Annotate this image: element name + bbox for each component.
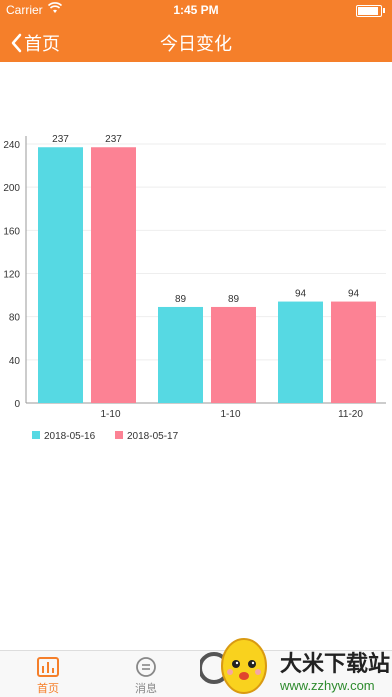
- legend-swatch: [115, 431, 123, 439]
- battery-tip: [383, 8, 385, 13]
- tab-messages[interactable]: 消息: [116, 657, 176, 696]
- bar: [91, 147, 136, 403]
- watermark-url: www.zzhyw.com: [280, 678, 375, 693]
- bar: [158, 306, 203, 403]
- y-tick-label: 40: [9, 356, 21, 367]
- legend-label: 2018-05-17: [127, 431, 179, 442]
- bar: [38, 147, 83, 403]
- status-bar: Carrier 1:45 PM: [0, 0, 392, 20]
- y-tick-label: 240: [3, 140, 20, 151]
- mascot-logo: [200, 638, 267, 694]
- watermark: 大米下载站 www.zzhyw.com: [200, 638, 392, 696]
- status-time: 1:45 PM: [173, 3, 219, 17]
- bar-value-label: 237: [52, 134, 69, 145]
- tab-home-label: 首页: [37, 683, 59, 695]
- bar-chart: 0 40 80 120 160 200 240 237 237 1-10 89 89 1-10 94 94 1…: [3, 134, 386, 442]
- app-header: Carrier 1:45 PM 首页 今日变化: [0, 0, 392, 62]
- watermark-text: 大米下载站: [280, 651, 391, 676]
- bar-value-label: 89: [175, 294, 187, 305]
- bar-value-label: 94: [295, 289, 307, 300]
- bar: [211, 306, 256, 403]
- y-tick-label: 200: [3, 183, 20, 194]
- tab-messages-label: 消息: [135, 683, 157, 695]
- legend-label: 2018-05-16: [44, 431, 96, 442]
- bar-chart-icon: [37, 657, 59, 677]
- bar: [331, 301, 376, 403]
- y-tick-label: 120: [3, 270, 20, 281]
- nav-bar: 首页 今日变化: [0, 22, 392, 62]
- tab-home[interactable]: 首页: [18, 657, 78, 696]
- y-tick-label: 0: [14, 399, 20, 410]
- message-icon: [136, 657, 156, 677]
- bar-value-label: 89: [228, 294, 240, 305]
- bar-value-label: 237: [105, 134, 122, 145]
- x-tick-label: 1-10: [100, 409, 120, 420]
- bar-value-label: 94: [348, 289, 360, 300]
- bar: [278, 301, 323, 403]
- y-tick-label: 80: [9, 313, 21, 324]
- legend-swatch: [32, 431, 40, 439]
- x-tick-label: 11-20: [338, 409, 363, 420]
- page-title: 今日变化: [160, 34, 232, 54]
- x-tick-label: 1-10: [220, 409, 240, 420]
- battery-icon: [356, 5, 382, 17]
- y-tick-label: 160: [3, 226, 20, 237]
